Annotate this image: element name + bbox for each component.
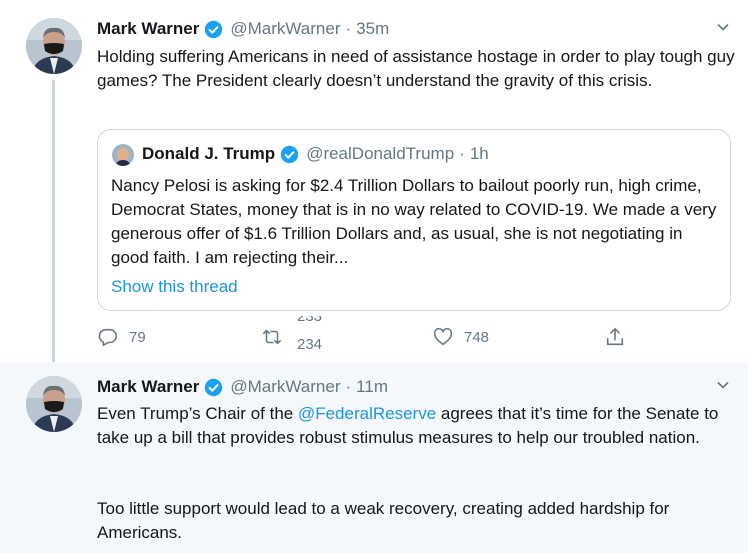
author-handle[interactable]: @MarkWarner bbox=[230, 19, 340, 39]
text-segment: Even Trump’s Chair of the bbox=[97, 404, 298, 423]
author-name[interactable]: Mark Warner bbox=[97, 19, 199, 39]
thread-line bbox=[52, 80, 55, 362]
verified-badge-icon bbox=[205, 20, 223, 38]
tweet[interactable]: Mark Warner @MarkWarner · 11m Even Trump… bbox=[0, 362, 748, 553]
tweet[interactable]: Mark Warner @MarkWarner · 35m Holding su… bbox=[0, 0, 748, 362]
timestamp[interactable]: 35m bbox=[356, 19, 389, 39]
reply-icon bbox=[98, 328, 118, 347]
retweet-button[interactable] bbox=[261, 326, 283, 348]
show-thread-link[interactable]: Show this thread bbox=[111, 277, 238, 297]
quoted-author-handle: @realDonaldTrump bbox=[306, 144, 455, 163]
retweet-icon bbox=[262, 329, 282, 345]
reply-count: 79 bbox=[129, 328, 146, 346]
author-handle[interactable]: @MarkWarner bbox=[230, 377, 340, 397]
retweet-count: 233 234 bbox=[297, 316, 337, 352]
tweet-header: Mark Warner @MarkWarner · 35m bbox=[97, 19, 389, 39]
tweet-text: Holding suffering Americans in need of a… bbox=[97, 47, 735, 90]
share-button[interactable] bbox=[604, 326, 626, 348]
verified-badge-icon bbox=[280, 145, 299, 163]
retweet-count-old: 233 bbox=[297, 316, 323, 325]
quoted-header: Donald J. Trump @realDonaldTrump · 1h bbox=[142, 144, 489, 164]
quoted-text: Nancy Pelosi is asking for $2.4 Trillion… bbox=[111, 176, 717, 267]
author-name[interactable]: Mark Warner bbox=[97, 377, 199, 397]
separator: · bbox=[345, 377, 352, 396]
chevron-down-icon[interactable] bbox=[716, 378, 730, 392]
like-icon bbox=[433, 327, 453, 346]
tweet-header: Mark Warner @MarkWarner · 11m bbox=[97, 377, 388, 397]
chevron-down-icon[interactable] bbox=[716, 20, 730, 34]
like-count: 748 bbox=[464, 328, 490, 346]
share-icon bbox=[606, 327, 624, 346]
quoted-tweet[interactable]: Donald J. Trump @realDonaldTrump · 1h Na… bbox=[97, 129, 731, 311]
like-button[interactable]: 748 bbox=[432, 326, 489, 348]
action-bar: 79 233 234 748 bbox=[97, 316, 637, 358]
tweet-text-paragraph: Too little support would lead to a weak … bbox=[97, 499, 670, 542]
reply-button[interactable]: 79 bbox=[97, 326, 146, 348]
separator: · bbox=[345, 19, 352, 38]
verified-badge-icon bbox=[205, 378, 223, 396]
tweet-text: Even Trump’s Chair of the @FederalReserv… bbox=[97, 402, 737, 450]
quoted-author-name: Donald J. Trump bbox=[142, 144, 276, 163]
quoted-avatar bbox=[112, 144, 134, 166]
avatar[interactable] bbox=[26, 376, 82, 432]
separator: · bbox=[459, 144, 465, 163]
quoted-timestamp: 1h bbox=[469, 144, 489, 163]
mention-link[interactable]: @FederalReserve bbox=[298, 404, 436, 423]
timestamp[interactable]: 11m bbox=[356, 377, 388, 397]
avatar[interactable] bbox=[26, 18, 82, 74]
retweet-count-new: 234 bbox=[297, 336, 323, 352]
